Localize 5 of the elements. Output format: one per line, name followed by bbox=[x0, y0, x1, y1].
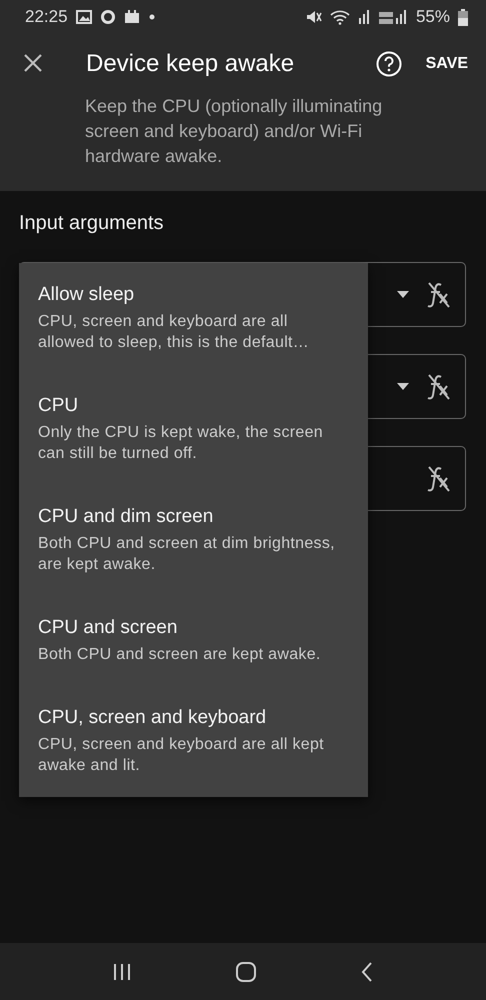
screen-description: Keep the CPU (optionally illuminating screen and keyboard) and/or Wi-Fi hardware awake. bbox=[85, 95, 384, 168]
section-title: Input arguments bbox=[19, 212, 164, 234]
battery-percent: 55% bbox=[416, 7, 450, 27]
clock-time: 22:25 bbox=[25, 7, 68, 27]
screen-title: Device keep awake bbox=[86, 50, 296, 78]
